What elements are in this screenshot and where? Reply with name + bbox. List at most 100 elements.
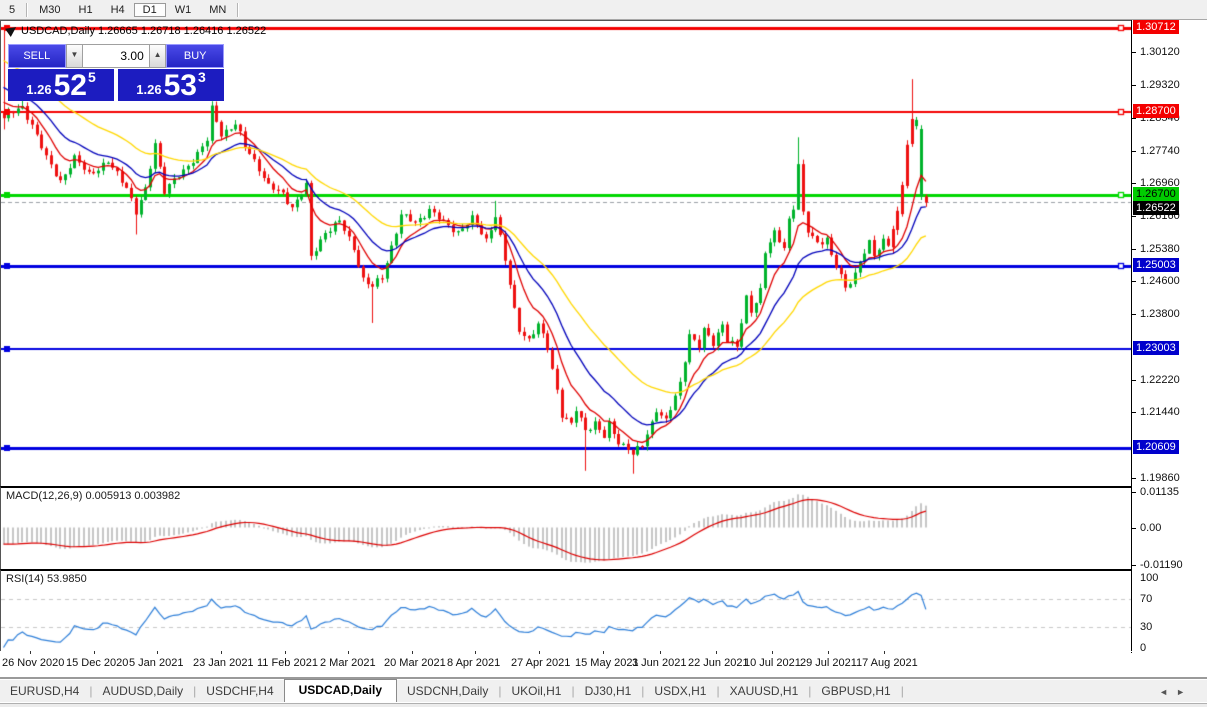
buy-price-main: 53 — [163, 69, 197, 102]
date-tick-label: 26 Nov 2020 — [2, 657, 65, 669]
level-price-badge: 1.28700 — [1133, 103, 1179, 118]
chart-tab-bar: EURUSD,H4 | AUDUSD,Daily | USDCHF,H4 USDCAD,D… — [0, 679, 1207, 702]
price-tick-mark — [1132, 85, 1136, 87]
date-tick-mark — [157, 651, 158, 654]
price-tick-mark — [1132, 216, 1136, 218]
date-axis: 26 Nov 2020 15 Dec 2020 5 Jan 2021 23 Jan 2… — [0, 651, 1131, 676]
level-price-badge: 1.26700 — [1133, 187, 1179, 202]
chart-tab-gbpusd[interactable]: GBPUSD,H1 — [811, 681, 900, 702]
tab-separator: | — [900, 684, 904, 698]
date-tick-label: 20 Mar 2021 — [384, 657, 446, 669]
buy-price-prefix: 1.26 — [136, 82, 162, 97]
tab-scroll-left-icon[interactable]: ◄ — [1159, 687, 1176, 697]
price-tick-label: 1.30120 — [1140, 46, 1180, 58]
price-tick-mark — [1132, 412, 1136, 414]
sell-price-display[interactable]: 1.26 52 5 — [8, 69, 114, 101]
volume-decrease-button[interactable]: ▼ — [65, 44, 84, 68]
tab-scroll-arrows[interactable]: ◄► — [1159, 687, 1193, 697]
macd-tick-label: 0.00 — [1140, 521, 1162, 534]
price-tick-mark — [1132, 281, 1136, 283]
date-tick-mark — [412, 651, 413, 654]
buy-button[interactable]: BUY — [166, 44, 224, 68]
price-tick-label: 1.27740 — [1140, 144, 1180, 157]
chart-tab-usdx[interactable]: USDX,H1 — [644, 681, 716, 702]
sell-button[interactable]: SELL — [8, 44, 66, 68]
buy-price-pip: 3 — [197, 69, 206, 85]
chart-tab-xauusd[interactable]: XAUUSD,H1 — [720, 681, 809, 702]
timeframe-button-w1[interactable]: W1 — [166, 3, 201, 17]
chart-tab-eurusd[interactable]: EURUSD,H4 — [0, 681, 89, 702]
rsi-tick-label: 70 — [1140, 592, 1153, 605]
date-tick-label: 22 Jun 2021 — [688, 657, 749, 669]
date-tick-label: 11 Feb 2021 — [257, 657, 318, 669]
date-tick-label: 8 Apr 2021 — [447, 657, 501, 669]
rsi-label: RSI(14) 53.9850 — [6, 573, 87, 585]
price-tick-mark — [1132, 183, 1136, 185]
rsi-tick-label: 100 — [1140, 571, 1159, 584]
price-tick-label: 1.22220 — [1140, 374, 1180, 387]
date-tick-mark — [716, 651, 717, 654]
price-axis: 1.301201.293201.285401.277401.269601.261… — [1131, 20, 1207, 654]
chart-tab-dj30[interactable]: DJ30,H1 — [575, 681, 642, 702]
rsi-indicator-panel — [0, 569, 1132, 653]
macd-label: MACD(12,26,9) 0.005913 0.003982 — [6, 490, 181, 502]
date-tick-mark — [285, 651, 286, 654]
timeframe-button-m30[interactable]: M30 — [30, 3, 69, 17]
toolbar-separator — [237, 2, 240, 17]
macd-tick-label: -0.01190 — [1140, 558, 1183, 571]
chart-tab-usdchf[interactable]: USDCHF,H4 — [196, 681, 283, 702]
tab-scroll-right-icon[interactable]: ► — [1176, 687, 1193, 697]
price-tick-label: 1.24600 — [1140, 275, 1180, 288]
macd-tick-mark — [1132, 527, 1136, 529]
price-tick-mark — [1132, 478, 1136, 480]
sell-price-main: 52 — [53, 69, 87, 102]
timeframe-button-mn[interactable]: MN — [200, 3, 235, 17]
date-tick-label: 10 Jul 2021 — [744, 657, 801, 669]
price-tick-label: 1.25380 — [1140, 242, 1180, 255]
chart-title: USDCAD,Daily 1.26665 1.26718 1.26416 1.2… — [21, 25, 267, 37]
price-tick-label: 1.21440 — [1140, 406, 1180, 419]
date-tick-label: 3 Jun 2021 — [632, 657, 687, 669]
date-tick-label: 27 Apr 2021 — [511, 657, 571, 669]
date-tick-mark — [475, 651, 476, 654]
date-tick-mark — [772, 651, 773, 654]
chart-tab-audusd[interactable]: AUDUSD,Daily — [92, 681, 193, 702]
date-tick-mark — [828, 651, 829, 654]
buy-price-display[interactable]: 1.26 53 3 — [118, 69, 224, 101]
rsi-canvas[interactable] — [1, 571, 1131, 650]
rsi-tick-label: 30 — [1140, 620, 1153, 633]
one-click-trade-panel: SELL ▼ 3.00 ▲ BUY 1.26 52 5 1.26 53 3 — [8, 44, 224, 101]
chart-tab-ukoil[interactable]: UKOil,H1 — [501, 681, 571, 702]
macd-tick-mark — [1132, 564, 1136, 566]
price-tick-mark — [1132, 248, 1136, 250]
price-tick-mark — [1132, 150, 1136, 152]
toolbar-separator — [26, 2, 29, 17]
timeframe-button-d1[interactable]: D1 — [133, 2, 166, 17]
date-tick-mark — [30, 651, 31, 654]
chart-tab-usdcad[interactable]: USDCAD,Daily — [283, 679, 397, 702]
volume-increase-button[interactable]: ▲ — [148, 44, 167, 68]
price-tick-label: 1.29320 — [1140, 79, 1180, 92]
timeframe-toolbar: 5 M30 H1 H4 D1 W1 MN — [0, 0, 1207, 20]
date-tick-mark — [348, 651, 349, 654]
status-bar — [0, 703, 1207, 707]
volume-input[interactable]: 3.00 — [83, 44, 149, 68]
rsi-tick-label: 0 — [1140, 641, 1147, 654]
sell-price-pip: 5 — [87, 69, 96, 85]
date-tick-label: 17 Aug 2021 — [856, 657, 918, 669]
price-tick-mark — [1132, 314, 1136, 316]
price-tick-mark — [1132, 380, 1136, 382]
date-tick-mark — [603, 651, 604, 654]
timeframe-button-5[interactable]: 5 — [0, 3, 24, 17]
level-price-badge: 1.25003 — [1133, 257, 1179, 272]
timeframe-button-h4[interactable]: H4 — [102, 3, 134, 17]
date-tick-mark — [884, 651, 885, 654]
date-tick-mark — [94, 651, 95, 654]
timeframe-button-h1[interactable]: H1 — [70, 3, 102, 17]
date-tick-label: 15 May 2021 — [575, 657, 639, 669]
chart-tab-usdcnh[interactable]: USDCNH,Daily — [397, 681, 498, 702]
date-tick-mark — [660, 651, 661, 654]
date-tick-label: 15 Dec 2020 — [66, 657, 129, 669]
price-tick-label: 1.19860 — [1140, 472, 1180, 485]
price-tick-mark — [1132, 52, 1136, 53]
